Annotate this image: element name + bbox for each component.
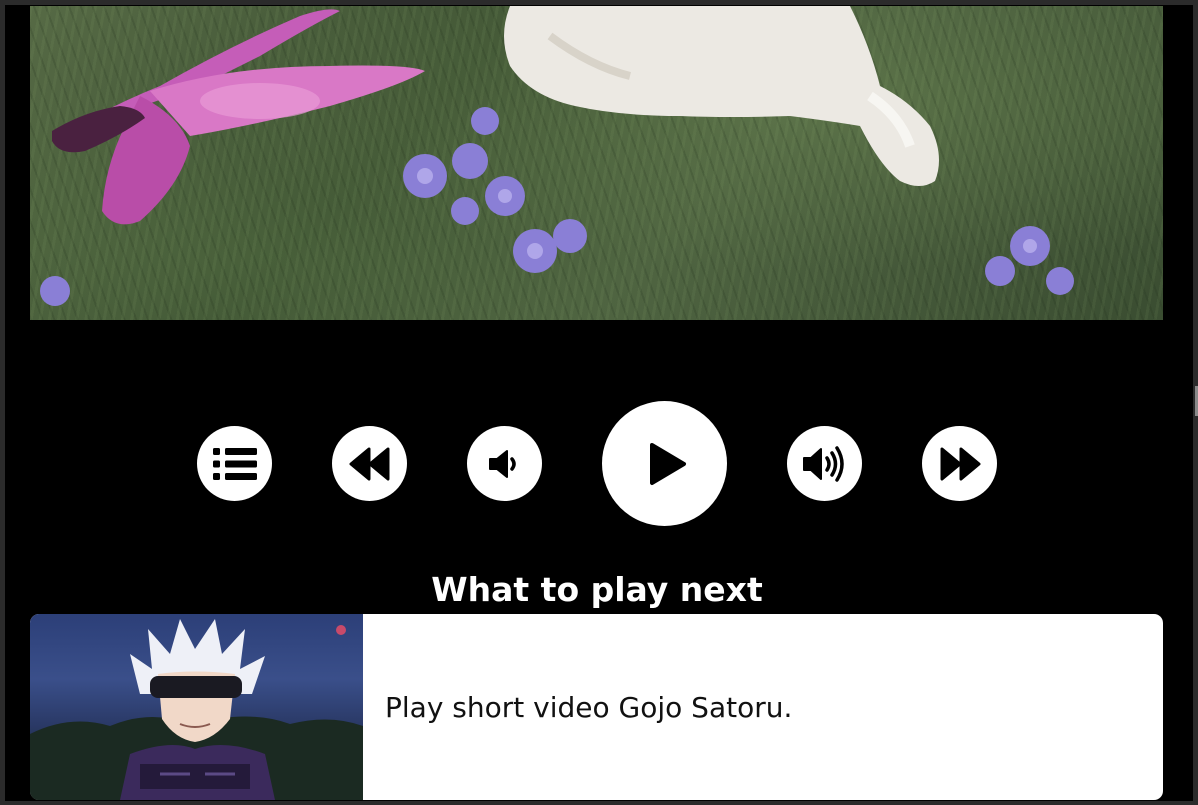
fast-forward-button[interactable] <box>922 426 997 501</box>
player-controls <box>0 400 1198 528</box>
thumbnail-art <box>30 619 363 800</box>
next-heading: What to play next <box>431 570 763 609</box>
video-frame-art <box>40 6 1074 306</box>
play-icon <box>649 442 686 485</box>
rewind-icon <box>349 447 389 480</box>
volume-up-button[interactable] <box>787 426 862 501</box>
next-video-card[interactable]: Play short video Gojo Satoru. <box>30 614 1163 800</box>
next-video-thumbnail <box>30 614 363 800</box>
playlist-icon <box>212 447 257 480</box>
rewind-button[interactable] <box>332 426 407 501</box>
volume-down-icon <box>488 449 516 478</box>
next-video-label: Play short video Gojo Satoru. <box>385 690 793 724</box>
video-display[interactable] <box>30 6 1163 320</box>
volume-up-icon <box>802 445 844 482</box>
fast-forward-icon <box>940 447 980 480</box>
volume-down-button[interactable] <box>467 426 542 501</box>
playlist-button[interactable] <box>197 426 272 501</box>
play-button[interactable] <box>602 401 727 526</box>
